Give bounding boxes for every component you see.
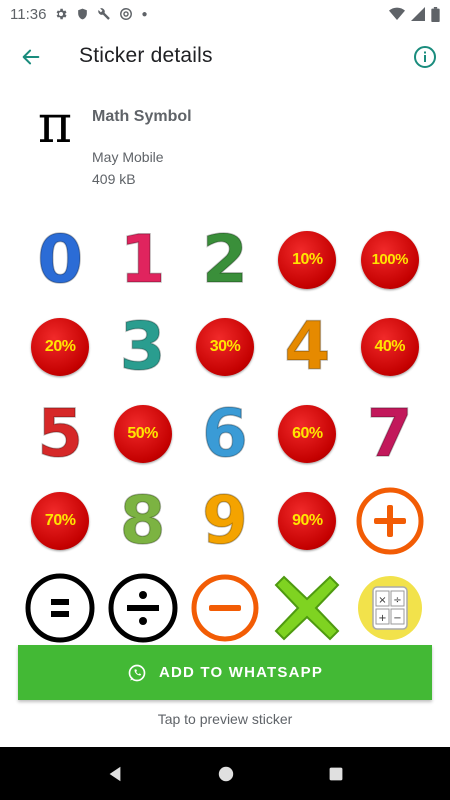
sticker-percent-20-badge: 20% bbox=[31, 317, 90, 376]
sticker-digit-5-glyph: 5 bbox=[36, 394, 84, 472]
sticker-cross[interactable] bbox=[266, 564, 348, 648]
nav-back-icon[interactable] bbox=[106, 765, 124, 783]
sticker-percent-30-badge: 30% bbox=[195, 317, 254, 376]
sticker-percent-60-badge: 60% bbox=[278, 404, 337, 463]
sticker-percent-20[interactable]: 20% bbox=[19, 303, 101, 390]
sticker-digit-6-glyph: 6 bbox=[201, 394, 248, 472]
whatsapp-icon bbox=[128, 664, 146, 681]
sticker-grid: 0 1 2 10% 100% 20% 3 30% 4 40% 5 50% 6 6… bbox=[19, 216, 431, 648]
status-time: 11:36 bbox=[10, 5, 47, 23]
sticker-digit-7[interactable]: 7 bbox=[349, 390, 431, 477]
sticker-percent-60[interactable]: 60% bbox=[266, 390, 348, 477]
sticker-digit-2[interactable]: 2 bbox=[184, 216, 266, 303]
sticker-calculator[interactable]: × ÷ + − bbox=[349, 564, 431, 648]
back-button[interactable] bbox=[16, 42, 46, 72]
sticker-digit-5[interactable]: 5 bbox=[19, 390, 101, 477]
wifi-icon bbox=[389, 7, 405, 20]
minus-circle-icon bbox=[191, 574, 259, 641]
sticker-digit-4-glyph: 4 bbox=[284, 307, 331, 385]
sticker-digit-8-glyph: 8 bbox=[119, 481, 166, 559]
settings-icon bbox=[57, 8, 67, 20]
pack-tray-icon: π bbox=[37, 95, 73, 155]
sticker-digit-8[interactable]: 8 bbox=[101, 477, 183, 564]
status-bar: 11:36 ● bbox=[0, 0, 450, 28]
svg-text:−: − bbox=[393, 613, 401, 624]
sticker-digit-4[interactable]: 4 bbox=[266, 303, 348, 390]
wrench-icon bbox=[98, 8, 111, 20]
info-button[interactable] bbox=[410, 42, 440, 72]
divide-circle-icon bbox=[108, 573, 178, 642]
sticker-digit-0[interactable]: 0 bbox=[19, 216, 101, 303]
sticker-percent-30[interactable]: 30% bbox=[184, 303, 266, 390]
notification-dot-icon: ● bbox=[141, 8, 148, 20]
calculator-icon: × ÷ + − bbox=[357, 575, 422, 640]
equals-circle-icon bbox=[25, 573, 95, 642]
pack-size: 409 kB bbox=[92, 171, 136, 187]
arrow-back-icon bbox=[22, 49, 40, 65]
sticker-digit-9[interactable]: 9 bbox=[184, 477, 266, 564]
sticker-percent-40-badge: 40% bbox=[360, 317, 419, 376]
sticker-percent-90[interactable]: 90% bbox=[266, 477, 348, 564]
sticker-digit-0-glyph: 0 bbox=[36, 220, 84, 298]
pack-name: Math Symbol bbox=[92, 108, 192, 125]
sticker-digit-1-glyph: 1 bbox=[119, 220, 166, 298]
app-bar: Sticker details bbox=[0, 28, 450, 86]
sticker-digit-9-glyph: 9 bbox=[201, 481, 248, 559]
sticker-percent-70-badge: 70% bbox=[31, 491, 90, 550]
sticker-digit-6[interactable]: 6 bbox=[184, 390, 266, 477]
sticker-percent-40[interactable]: 40% bbox=[349, 303, 431, 390]
sticker-percent-100-badge: 100% bbox=[360, 230, 419, 289]
add-to-whatsapp-button[interactable]: ADD TO WHATSAPP bbox=[18, 645, 432, 700]
status-right bbox=[389, 6, 440, 22]
battery-icon bbox=[431, 6, 440, 22]
preview-hint: Tap to preview sticker bbox=[157, 711, 293, 727]
sticker-percent-10-badge: 10% bbox=[278, 230, 337, 289]
svg-text:÷: ÷ bbox=[393, 595, 401, 606]
sticker-divide[interactable] bbox=[101, 564, 183, 648]
navigation-bar bbox=[0, 747, 450, 800]
sticker-digit-3-glyph: 3 bbox=[119, 307, 166, 385]
status-left: 11:36 ● bbox=[10, 6, 147, 23]
sticker-digit-3[interactable]: 3 bbox=[101, 303, 183, 390]
svg-text:+: + bbox=[378, 613, 386, 624]
page-title: Sticker details bbox=[79, 44, 213, 67]
sticker-percent-90-badge: 90% bbox=[278, 491, 337, 550]
sticker-percent-50-badge: 50% bbox=[113, 404, 172, 463]
info-icon bbox=[414, 46, 436, 68]
shield-icon bbox=[78, 8, 88, 20]
sticker-percent-100[interactable]: 100% bbox=[349, 216, 431, 303]
sticker-digit-7-glyph: 7 bbox=[366, 394, 413, 472]
sticker-percent-50[interactable]: 50% bbox=[101, 390, 183, 477]
sticker-digit-1[interactable]: 1 bbox=[101, 216, 183, 303]
sticker-digit-2-glyph: 2 bbox=[201, 220, 248, 298]
nav-home-icon[interactable] bbox=[217, 765, 235, 783]
svg-text:×: × bbox=[378, 595, 386, 606]
at-sign-icon bbox=[120, 8, 133, 20]
sticker-plus[interactable] bbox=[349, 477, 431, 564]
sticker-percent-10[interactable]: 10% bbox=[266, 216, 348, 303]
green-cross-icon bbox=[274, 575, 340, 640]
pack-publisher: May Mobile bbox=[92, 149, 164, 165]
sticker-equals[interactable] bbox=[19, 564, 101, 648]
sticker-percent-70[interactable]: 70% bbox=[19, 477, 101, 564]
plus-circle-icon bbox=[356, 487, 424, 554]
sticker-minus[interactable] bbox=[184, 564, 266, 648]
signal-icon bbox=[411, 7, 425, 21]
nav-recents-icon[interactable] bbox=[328, 766, 344, 782]
add-to-whatsapp-label: ADD TO WHATSAPP bbox=[158, 664, 324, 681]
